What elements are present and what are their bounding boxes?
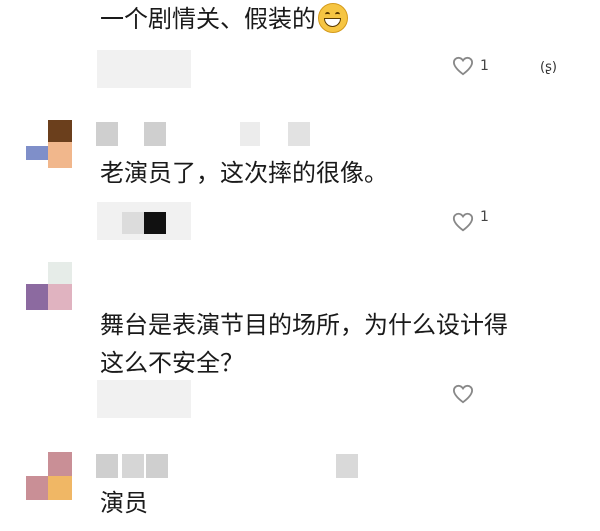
username-blurred[interactable] — [96, 454, 366, 478]
heart-like-icon — [452, 384, 474, 404]
grinning-face-emoji-icon — [318, 3, 348, 33]
comment-meta — [97, 50, 191, 88]
like-button[interactable]: 1 — [452, 56, 489, 76]
comment-text: 老演员了，这次摔的很像。 — [100, 159, 388, 187]
comment-meta-dark — [122, 212, 166, 234]
like-count: 1 — [480, 58, 489, 74]
like-button[interactable] — [452, 384, 474, 404]
comment-text-line: 这么不安全？ — [100, 349, 244, 377]
username-blurred[interactable] — [96, 122, 316, 146]
heart-like-icon — [452, 56, 474, 76]
comment-meta — [97, 380, 191, 418]
heart-like-icon — [452, 212, 474, 232]
comment-text-content: 一个剧情关、假装的 — [100, 5, 316, 33]
comment-text-line: 舞台是表演节目的场所，为什么设计得 — [100, 311, 508, 339]
comment-text: 一个剧情关、假装的 — [100, 2, 348, 36]
comment-text: 舞台是表演节目的场所，为什么设计得 这么不安全？ — [100, 306, 508, 382]
avatar[interactable] — [26, 452, 76, 502]
like-count: 1 — [480, 209, 489, 225]
reply-bubble-icon[interactable]: (ʂ) — [540, 60, 557, 75]
avatar[interactable] — [26, 120, 76, 170]
avatar[interactable] — [26, 262, 76, 312]
like-button[interactable]: 1 — [452, 208, 489, 236]
comment-text: 演员 — [100, 489, 148, 517]
avatar[interactable] — [28, 0, 78, 20]
